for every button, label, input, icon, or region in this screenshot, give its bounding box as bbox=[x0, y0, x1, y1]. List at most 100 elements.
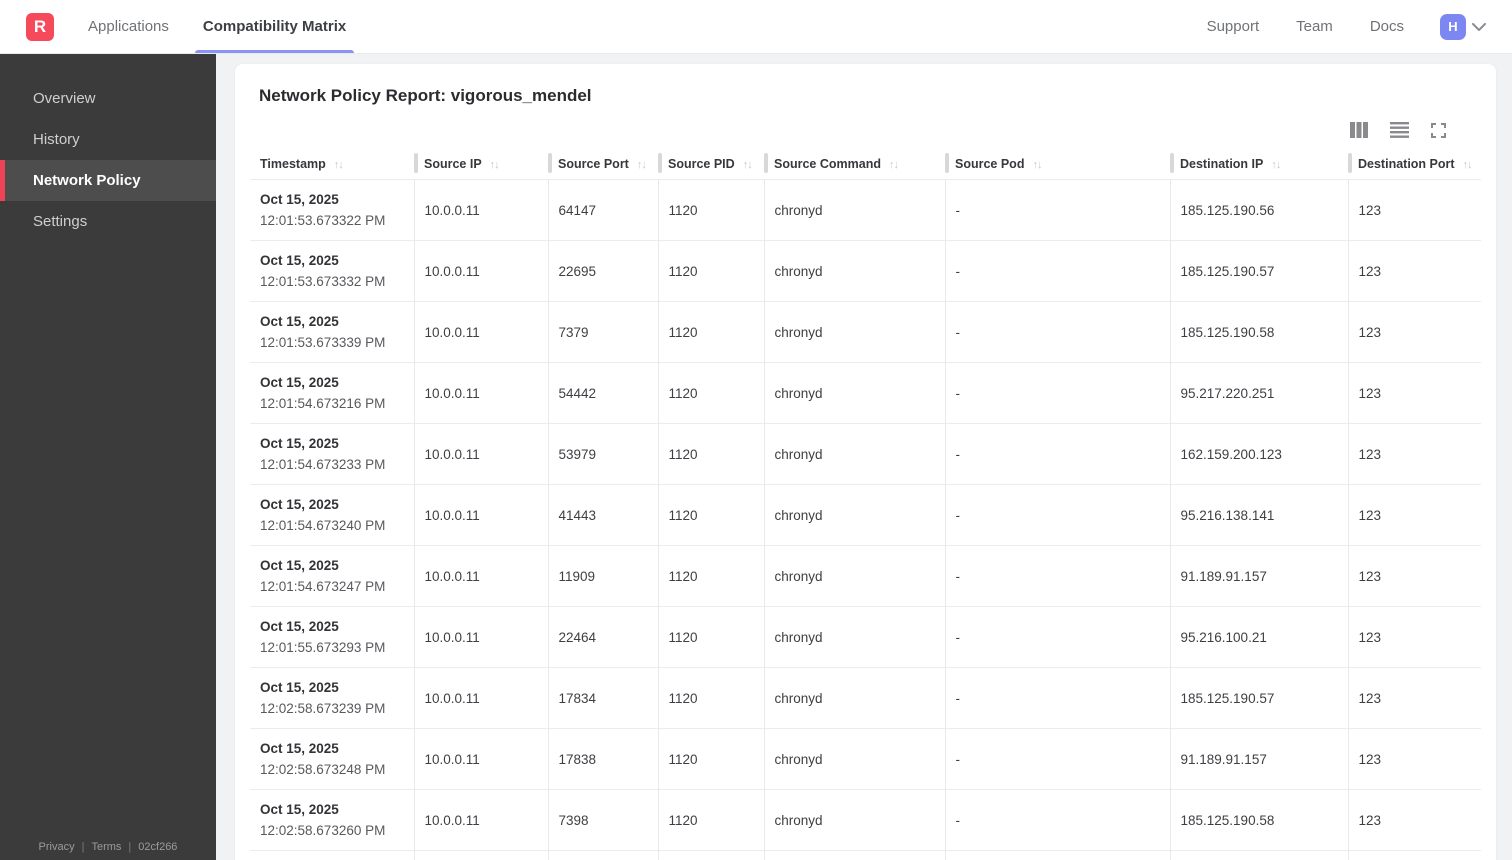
cell-source-port: 41443 bbox=[547, 484, 658, 546]
top-navbar: R Applications Compatibility Matrix Supp… bbox=[0, 0, 1512, 54]
cell-source-pid: 1120 bbox=[657, 545, 764, 607]
column-label: Source Pod bbox=[955, 157, 1025, 171]
cell-source-pid: 1120 bbox=[657, 667, 764, 729]
cell-source-pid: 1120 bbox=[657, 301, 764, 363]
cell-source-port: 22695 bbox=[547, 240, 658, 302]
timestamp-date: Oct 15, 2025 bbox=[260, 497, 339, 512]
sidebar-item-network-policy[interactable]: Network Policy bbox=[0, 160, 216, 201]
cell-destination-ip: 91.189.91.157 bbox=[1169, 728, 1348, 790]
timestamp-time: 12:02:58.673248 PM bbox=[260, 762, 386, 777]
timestamp-time: 12:01:53.673339 PM bbox=[260, 335, 386, 350]
table-row: Oct 15, 202512:02:58.673267 PM10.0.0.112… bbox=[250, 850, 1481, 860]
column-resize-handle[interactable] bbox=[548, 153, 552, 173]
cell-destination-port: 123 bbox=[1347, 728, 1481, 790]
fullscreen-icon[interactable] bbox=[1431, 122, 1446, 138]
timestamp-date: Oct 15, 2025 bbox=[260, 680, 339, 695]
sort-icon[interactable]: ↑↓ bbox=[889, 159, 899, 171]
sort-icon[interactable]: ↑↓ bbox=[490, 159, 500, 171]
cell-source-ip: 10.0.0.11 bbox=[413, 240, 548, 302]
timestamp-time: 12:01:53.673332 PM bbox=[260, 274, 386, 289]
cell-source-port: 17834 bbox=[547, 667, 658, 729]
app-logo[interactable]: R bbox=[26, 12, 54, 41]
cell-destination-port: 123 bbox=[1347, 301, 1481, 363]
cell-source-port: 7379 bbox=[547, 301, 658, 363]
column-resize-handle[interactable] bbox=[414, 153, 418, 173]
cell-source-command: chronyd bbox=[763, 362, 945, 424]
cell-source-pid: 1120 bbox=[657, 240, 764, 302]
timestamp-date: Oct 15, 2025 bbox=[260, 314, 339, 329]
timestamp-date: Oct 15, 2025 bbox=[260, 741, 339, 756]
list-view-icon[interactable] bbox=[1390, 122, 1409, 138]
cell-source-command: chronyd bbox=[763, 728, 945, 790]
sort-icon[interactable]: ↑↓ bbox=[637, 159, 647, 171]
table-row: Oct 15, 2025 12:01:54.673240 PM 10.0.0.11 4… bbox=[250, 484, 1481, 546]
avatar[interactable]: H bbox=[1440, 13, 1466, 40]
cell-source-pid: 1120 bbox=[657, 423, 764, 485]
cell-source-command: chronyd bbox=[763, 423, 945, 485]
cell-destination-ip: 185.125.190.58 bbox=[1169, 789, 1348, 851]
column-header-destination-port[interactable]: Destination Port ↑↓ bbox=[1348, 152, 1481, 180]
cell-timestamp: Oct 15, 2025 12:02:58.673248 PM bbox=[250, 728, 414, 790]
timestamp-time: 12:02:58.673260 PM bbox=[260, 823, 386, 838]
tab-applications[interactable]: Applications bbox=[88, 0, 169, 53]
cell-destination-ip: 95.216.100.21 bbox=[1169, 606, 1348, 668]
column-header-source-pid[interactable]: Source PID ↑↓ bbox=[658, 152, 764, 180]
sort-icon[interactable]: ↑↓ bbox=[334, 159, 344, 171]
column-header-source-command[interactable]: Source Command ↑↓ bbox=[764, 152, 945, 180]
timestamp-time: 12:01:54.673216 PM bbox=[260, 396, 386, 411]
privacy-link[interactable]: Privacy bbox=[39, 841, 75, 853]
cell-destination-ip: 185.125.190.56 bbox=[1169, 850, 1348, 860]
cell-timestamp: Oct 15, 2025 12:01:53.673332 PM bbox=[250, 240, 414, 302]
sidebar-item-overview[interactable]: Overview bbox=[0, 78, 216, 119]
cell-source-pod: - bbox=[944, 667, 1170, 729]
network-policy-table: Timestamp ↑↓ Source IP ↑↓ Source Port ↑↓ Sourc… bbox=[250, 152, 1481, 860]
cell-source-pid: 1120 bbox=[657, 728, 764, 790]
sort-icon[interactable]: ↑↓ bbox=[743, 159, 753, 171]
column-header-timestamp[interactable]: Timestamp ↑↓ bbox=[250, 152, 414, 180]
column-label: Source IP bbox=[424, 157, 482, 171]
columns-view-icon[interactable] bbox=[1350, 122, 1368, 138]
cell-destination-port: 123 bbox=[1347, 240, 1481, 302]
cell-source-pid: 1120 bbox=[657, 179, 764, 241]
cell-source-pid: 1120 bbox=[657, 484, 764, 546]
column-resize-handle[interactable] bbox=[764, 153, 768, 173]
cell-source-pod: - bbox=[944, 179, 1170, 241]
cell-source-ip: 10.0.0.11 bbox=[413, 179, 548, 241]
column-label: Destination Port bbox=[1358, 157, 1455, 171]
view-toolbar bbox=[250, 120, 1481, 140]
timestamp-date: Oct 15, 2025 bbox=[260, 436, 339, 451]
table-row: Oct 15, 2025 12:02:58.673260 PM 10.0.0.11 7… bbox=[250, 789, 1481, 851]
column-header-source-pod[interactable]: Source Pod ↑↓ bbox=[945, 152, 1170, 180]
cell-source-port: 17838 bbox=[547, 728, 658, 790]
terms-link[interactable]: Terms bbox=[91, 841, 121, 853]
cell-source-ip: 10.0.0.11 bbox=[413, 789, 548, 851]
cell-destination-ip: 185.125.190.58 bbox=[1169, 301, 1348, 363]
cell-destination-port: 123 bbox=[1347, 484, 1481, 546]
sort-icon[interactable]: ↑↓ bbox=[1463, 159, 1473, 171]
cell-source-pod: - bbox=[944, 301, 1170, 363]
sidebar-item-settings[interactable]: Settings bbox=[0, 201, 216, 242]
nav-link-support[interactable]: Support bbox=[1207, 18, 1260, 35]
column-header-source-port[interactable]: Source Port ↑↓ bbox=[548, 152, 658, 180]
column-header-source-ip[interactable]: Source IP ↑↓ bbox=[414, 152, 548, 180]
cell-source-port: 7398 bbox=[547, 789, 658, 851]
sort-icon[interactable]: ↑↓ bbox=[1032, 159, 1042, 171]
cell-destination-ip: 95.216.138.141 bbox=[1169, 484, 1348, 546]
nav-link-team[interactable]: Team bbox=[1296, 18, 1333, 35]
nav-link-docs[interactable]: Docs bbox=[1370, 18, 1404, 35]
column-resize-handle[interactable] bbox=[945, 153, 949, 173]
column-resize-handle[interactable] bbox=[658, 153, 662, 173]
column-resize-handle[interactable] bbox=[1170, 153, 1174, 173]
cell-source-pod: - bbox=[944, 240, 1170, 302]
cell-source-pid: 1120 bbox=[657, 789, 764, 851]
sort-icon[interactable]: ↑↓ bbox=[1271, 159, 1281, 171]
column-resize-handle[interactable] bbox=[1348, 153, 1352, 173]
tab-compatibility-matrix[interactable]: Compatibility Matrix bbox=[194, 0, 355, 53]
column-header-destination-ip[interactable]: Destination IP ↑↓ bbox=[1170, 152, 1348, 180]
primary-tabs: Applications Compatibility Matrix bbox=[88, 0, 380, 53]
sidebar-item-history[interactable]: History bbox=[0, 119, 216, 160]
table-row: Oct 15, 2025 12:01:55.673293 PM 10.0.0.11 2… bbox=[250, 606, 1481, 668]
chevron-down-icon[interactable] bbox=[1472, 22, 1486, 31]
cell-source-pod: - bbox=[944, 728, 1170, 790]
cell-source-ip: 10.0.0.11 bbox=[413, 423, 548, 485]
